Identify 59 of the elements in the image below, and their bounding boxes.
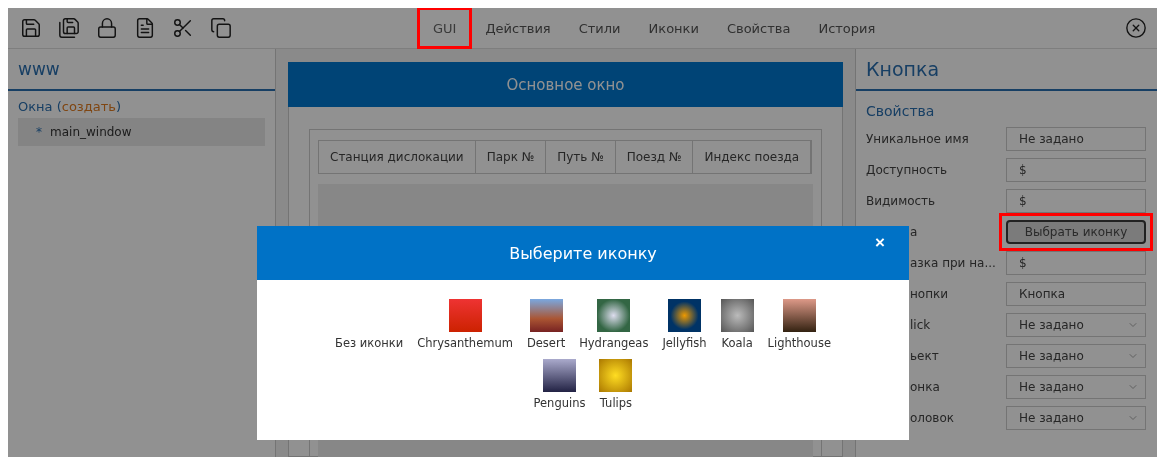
input-field[interactable]: $ [1006, 157, 1146, 182]
item-label: main_window [50, 125, 132, 139]
select-field[interactable]: Не задано [1006, 405, 1146, 430]
panel-title: Кнопка [856, 49, 1157, 91]
tab[interactable]: Иконки [634, 8, 713, 48]
copy-icon[interactable] [208, 15, 234, 41]
photo-placeholder [529, 299, 563, 332]
property-label: ьект [909, 348, 940, 363]
section-title: Свойства [865, 102, 936, 121]
photo-placeholder [543, 359, 576, 392]
photo-placeholder [720, 299, 754, 332]
photo-placeholder [599, 359, 633, 392]
icon-option[interactable]: Penguins [533, 356, 586, 410]
column-header: Парк № [475, 141, 547, 173]
window-title-bar: Основное окно [288, 62, 843, 107]
photo-placeholder [668, 299, 701, 332]
select-field[interactable]: Не задано [1006, 312, 1146, 337]
tab[interactable]: История [804, 8, 890, 48]
select-field[interactable]: Не задано [1006, 343, 1146, 368]
property-label: оловок [909, 410, 955, 425]
photo-placeholder [782, 299, 816, 332]
dialog-title: Выберите иконку [509, 243, 657, 263]
column-header: Путь № [546, 141, 616, 173]
property-label: нопки [909, 286, 950, 301]
icon-option[interactable]: Jellyfish [662, 296, 707, 350]
tab[interactable]: Свойства [712, 8, 805, 48]
icon-option[interactable]: Без иконки [335, 296, 404, 350]
photo-placeholder [597, 299, 631, 332]
select-field[interactable]: Не задано [1006, 374, 1146, 399]
column-header: Индекс поезда [693, 141, 812, 173]
tab[interactable]: Стили [564, 8, 635, 48]
property-label: Доступность [866, 162, 949, 177]
property-label: азка при на... [909, 255, 997, 270]
section-title: Окна (создать) [17, 98, 123, 116]
icon-option[interactable]: Hydrangeas [579, 296, 649, 350]
input-field[interactable]: $ [1006, 250, 1146, 275]
property-label: Уникальное имя [866, 131, 970, 146]
photo-placeholder [448, 299, 482, 332]
property-label: Видимость [866, 193, 937, 208]
column-header: Поезд № [615, 141, 694, 173]
panel-title: www [8, 49, 275, 91]
floppy-disks-icon[interactable] [56, 15, 82, 41]
input-field[interactable]: Не задано [1006, 126, 1146, 151]
bullet: * [36, 125, 42, 139]
property-label: онка [909, 379, 941, 394]
input-field[interactable]: $ [1006, 188, 1146, 213]
tree-item[interactable]: * main_window [18, 118, 265, 146]
icon-option[interactable]: Koala [720, 296, 754, 350]
property-label: lick [909, 317, 932, 332]
close-button[interactable]: × [869, 232, 891, 254]
icon-option[interactable]: Lighthouse [767, 296, 831, 350]
icon-option[interactable]: Chrysanthemum [417, 296, 513, 350]
property-label: а [909, 224, 919, 239]
icon-option[interactable]: Tulips [599, 356, 633, 410]
icon-option[interactable]: Desert [526, 296, 566, 350]
choose-icon-button[interactable]: Выбрать иконку [1006, 219, 1146, 244]
input-field[interactable]: Кнопка [1006, 281, 1146, 306]
tab[interactable]: GUI [418, 8, 472, 48]
column-header: Станция дислокации [319, 141, 476, 173]
